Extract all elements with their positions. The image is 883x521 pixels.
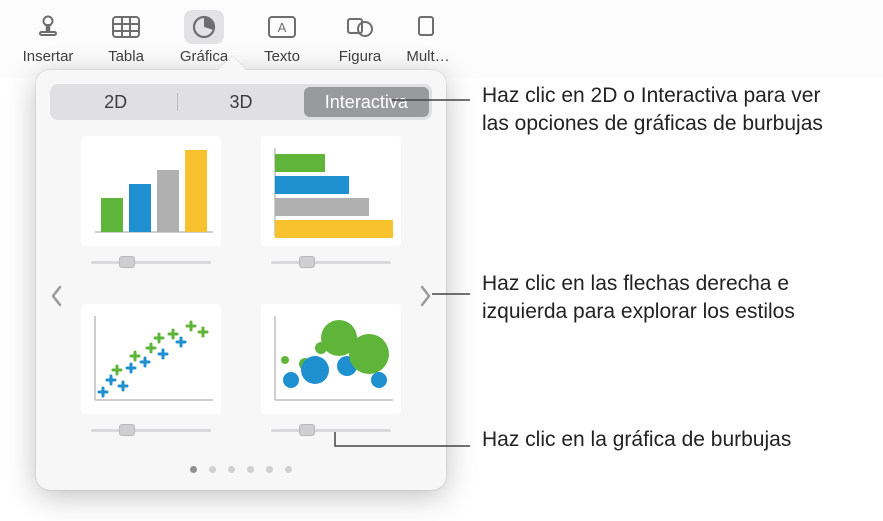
callout-bubble: Haz clic en la gráfica de burbujas: [482, 426, 852, 454]
callout-arrows: Haz clic en las flechas derecha e izquie…: [482, 270, 852, 327]
next-style-arrow[interactable]: [414, 276, 436, 316]
callout-tabs: Haz clic en 2D o Interactiva para ver la…: [482, 82, 852, 139]
prev-style-arrow[interactable]: [46, 276, 68, 316]
